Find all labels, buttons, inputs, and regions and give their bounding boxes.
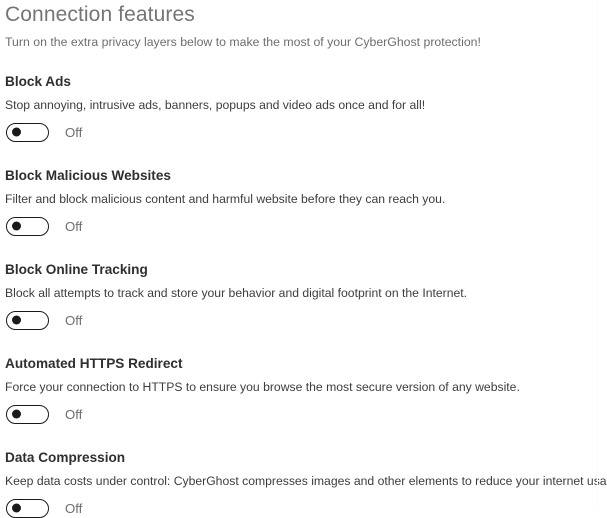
feature-description: Keep data costs under control: CyberGhos… (5, 474, 607, 488)
feature-description: Stop annoying, intrusive ads, banners, p… (5, 98, 426, 112)
feature-automated-https-redirect: Automated HTTPS Redirect Force your conn… (5, 355, 607, 424)
automated-https-redirect-toggle-row[interactable]: Off (5, 404, 115, 424)
toggle-knob-icon (12, 503, 21, 513)
feature-title: Block Ads (5, 74, 71, 89)
feature-title: Block Online Tracking (5, 262, 148, 277)
block-ads-toggle-switch[interactable] (6, 122, 49, 142)
page-title: Connection features (5, 3, 195, 26)
page-subtitle: Turn on the extra privacy layers below t… (5, 35, 481, 49)
block-online-tracking-toggle-label: Off (65, 312, 83, 328)
panel-right-edge-divider (597, 0, 598, 510)
automated-https-redirect-toggle-label: Off (65, 406, 83, 422)
block-malicious-websites-toggle-label: Off (65, 218, 83, 234)
data-compression-toggle-row[interactable]: Off (5, 498, 115, 518)
data-compression-toggle-label: Off (65, 500, 83, 516)
block-online-tracking-toggle-switch[interactable] (6, 310, 49, 330)
connection-features-panel: Connection features Turn on the extra pr… (0, 0, 607, 518)
feature-description: Force your connection to HTTPS to ensure… (5, 380, 520, 394)
feature-data-compression: Data Compression Keep data costs under c… (5, 449, 607, 518)
block-malicious-websites-toggle-switch[interactable] (6, 216, 49, 236)
feature-title: Automated HTTPS Redirect (5, 356, 183, 371)
feature-block-malicious-websites: Block Malicious Websites Filter and bloc… (5, 167, 607, 236)
feature-block-online-tracking: Block Online Tracking Block all attempts… (5, 261, 607, 330)
features-list: Block Ads Stop annoying, intrusive ads, … (5, 73, 607, 518)
feature-description: Block all attempts to track and store yo… (5, 286, 468, 300)
block-online-tracking-toggle-row[interactable]: Off (5, 310, 115, 330)
data-compression-toggle-switch[interactable] (6, 498, 49, 518)
feature-description: Filter and block malicious content and h… (5, 192, 446, 206)
automated-https-redirect-toggle-switch[interactable] (6, 404, 49, 424)
block-malicious-websites-toggle-row[interactable]: Off (5, 216, 115, 236)
feature-title: Block Malicious Websites (5, 168, 171, 183)
feature-title: Data Compression (5, 450, 126, 465)
toggle-knob-icon (12, 315, 21, 325)
feature-block-ads: Block Ads Stop annoying, intrusive ads, … (5, 73, 607, 142)
toggle-knob-icon (12, 409, 21, 419)
toggle-knob-icon (12, 221, 21, 231)
block-ads-toggle-label: Off (65, 124, 83, 140)
toggle-knob-icon (12, 127, 21, 137)
block-ads-toggle-row[interactable]: Off (5, 122, 115, 142)
